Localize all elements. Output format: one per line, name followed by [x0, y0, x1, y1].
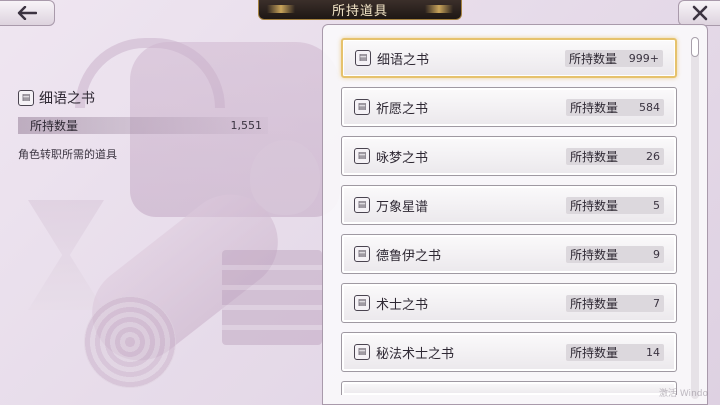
- scroll-decoration: [73, 175, 297, 380]
- item-row-selected[interactable]: ▤ 细语之书 所持数量 999+: [341, 38, 677, 78]
- title-bar: 所持道具: [258, 0, 462, 20]
- item-quantity-box: 所持数量 5: [566, 196, 664, 214]
- books-decoration: [222, 250, 322, 345]
- item-name: 祈愿之书: [376, 101, 429, 117]
- item-quantity-box: 所持数量 9: [566, 245, 664, 263]
- item-quantity-label: 所持数量: [570, 149, 619, 164]
- page-title: 所持道具: [331, 4, 388, 19]
- item-detail-quantity-label: 所持数量: [30, 119, 79, 133]
- item-quantity-value: 9: [653, 247, 660, 261]
- scroll-end-decoration: [84, 296, 176, 388]
- item-detail-quantity-bar: 所持数量 1,551: [18, 117, 268, 134]
- item-row-partial[interactable]: [341, 381, 677, 395]
- title-ornament-left: [267, 5, 295, 13]
- close-button[interactable]: [678, 0, 720, 26]
- item-detail-quantity-value: 1,551: [230, 119, 263, 132]
- close-icon: [692, 5, 707, 21]
- item-quantity-value: 999+: [628, 51, 659, 65]
- item-quantity-label: 所持数量: [570, 296, 619, 311]
- item-name: 细语之书: [377, 52, 430, 68]
- activation-watermark: 激活 Windo: [659, 389, 708, 399]
- item-quantity-value: 7: [653, 296, 660, 310]
- hourglass-decoration: [28, 200, 104, 310]
- list-scroll-thumb[interactable]: [691, 37, 699, 57]
- item-row[interactable]: ▤ 祈愿之书 所持数量 584: [341, 87, 677, 127]
- item-quantity-value: 14: [646, 345, 660, 359]
- arrow-left-icon: [17, 6, 37, 20]
- item-quantity-label: 所持数量: [569, 51, 618, 66]
- item-quantity-box: 所持数量 14: [566, 343, 664, 361]
- book-icon: ▤: [354, 148, 370, 164]
- book-icon: ▤: [354, 99, 370, 115]
- item-row[interactable]: ▤ 术士之书 所持数量 7: [341, 283, 677, 323]
- item-quantity-box: 所持数量 584: [566, 98, 664, 116]
- item-name: 咏梦之书: [376, 150, 429, 166]
- list-scrollbar[interactable]: [691, 37, 699, 399]
- item-quantity-box: 所持数量 26: [566, 147, 664, 165]
- item-quantity-label: 所持数量: [570, 198, 619, 213]
- book-icon: ▤: [354, 295, 370, 311]
- item-name: 万象星谱: [376, 199, 429, 215]
- book-icon: ▤: [18, 90, 34, 106]
- item-quantity-box: 所持数量 999+: [565, 49, 663, 67]
- item-quantity-label: 所持数量: [570, 247, 619, 262]
- item-row[interactable]: ▤ 德鲁伊之书 所持数量 9: [341, 234, 677, 274]
- item-quantity-label: 所持数量: [570, 345, 619, 360]
- item-row[interactable]: ▤ 秘法术士之书 所持数量 14: [341, 332, 677, 372]
- title-ornament-right: [425, 5, 453, 13]
- item-name: 术士之书: [376, 297, 429, 313]
- item-quantity-box: 所持数量 7: [566, 294, 664, 312]
- item-name: 秘法术士之书: [376, 346, 455, 362]
- item-name: 德鲁伊之书: [376, 248, 442, 264]
- book-icon: ▤: [354, 246, 370, 262]
- item-detail-description: 角色转职所需的道具: [18, 148, 117, 161]
- book-icon: ▤: [354, 344, 370, 360]
- item-quantity-label: 所持数量: [570, 100, 619, 115]
- item-quantity-value: 26: [646, 149, 660, 163]
- book-icon: ▤: [355, 50, 371, 66]
- back-button[interactable]: [0, 0, 55, 26]
- item-quantity-value: 5: [653, 198, 660, 212]
- item-detail-header: ▤ 细语之书: [18, 88, 268, 108]
- item-detail-pane: ▤ 细语之书 所持数量 1,551 角色转职所需的道具: [18, 88, 268, 162]
- item-row[interactable]: ▤ 咏梦之书 所持数量 26: [341, 136, 677, 176]
- item-detail-name: 细语之书: [39, 91, 95, 107]
- item-list: ▤ 细语之书 所持数量 999+ ▤ 祈愿之书 所持数量 584 ▤ 咏梦之书 …: [341, 38, 677, 404]
- book-icon: ▤: [354, 197, 370, 213]
- item-quantity-value: 584: [639, 100, 660, 114]
- item-list-panel: ▤ 细语之书 所持数量 999+ ▤ 祈愿之书 所持数量 584 ▤ 咏梦之书 …: [322, 24, 708, 405]
- item-row[interactable]: ▤ 万象星谱 所持数量 5: [341, 185, 677, 225]
